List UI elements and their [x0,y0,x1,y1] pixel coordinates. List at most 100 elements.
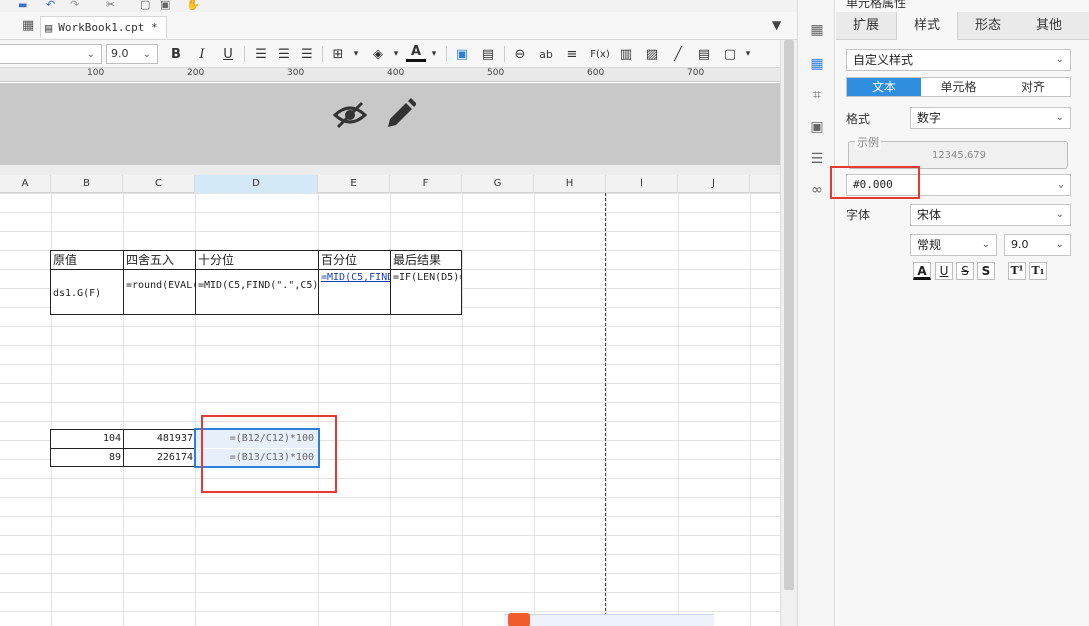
text-icon[interactable]: ab [536,44,556,64]
link-icon[interactable]: ⊖ [510,44,530,64]
chevron-down-icon: ⌄ [86,49,95,60]
ruler-label: 500 [487,68,505,78]
cell-d4[interactable]: 十分位 [195,250,319,270]
font-color-icon[interactable]: A [406,44,426,62]
float-element-icon[interactable]: ⌗ [807,85,827,105]
paste-icon[interactable]: ▣ [160,0,170,11]
chevron-down-icon[interactable]: ▾ [386,44,406,64]
cell-element-icon[interactable]: ▦ [807,20,827,40]
format-select[interactable]: 数字 ⌄ [910,107,1071,129]
formula-icon[interactable]: F(x) [588,44,612,64]
ruler-label: 200 [187,68,205,78]
tab-menu-icon[interactable]: ▼ [772,18,781,32]
cell-d5[interactable]: =MID(C5,FIND(".",C5)+1,1) [195,269,319,315]
font-size-value: 9.0 [111,47,129,60]
cell-c13[interactable]: 226174 [123,448,196,467]
chevron-down-icon: ⌄ [142,49,151,60]
align-left-icon[interactable]: ☰ [251,44,271,64]
shadow-button[interactable]: S [977,262,995,280]
font-name-select[interactable]: ⌄ [0,44,102,64]
widget-icon[interactable]: ▣ [807,117,827,137]
grid-icon[interactable]: ▦ [22,18,34,33]
underline-button[interactable]: U [218,44,238,64]
menu-icon[interactable]: ▬ [18,0,27,11]
subscript-button[interactable]: T₁ [1029,262,1047,280]
tab-expand[interactable]: 扩展 [836,12,896,40]
hyperlink-icon[interactable]: ∞ [807,180,827,200]
insert-cell-icon[interactable]: ▣ [452,44,472,64]
scrollbar-thumb[interactable] [784,40,794,590]
tab-workbook[interactable]: ▤ WorkBook1.cpt * [40,16,167,38]
font-size-select-panel[interactable]: 9.0 ⌄ [1004,234,1071,256]
style-select-value: 自定义样式 [853,53,914,67]
tab-label: WorkBook1.cpt * [58,21,158,34]
cell-c4[interactable]: 四舍五入 [123,250,196,270]
chevron-down-icon[interactable]: ▾ [738,44,758,64]
ime-logo-icon[interactable] [508,613,530,626]
bold-button[interactable]: B [166,44,186,64]
column-header-g[interactable]: G [462,175,534,193]
style-select[interactable]: 自定义样式 ⌄ [846,49,1071,71]
italic-button[interactable]: I [192,44,212,64]
font-color-button[interactable]: A [913,262,931,280]
cell-c5[interactable]: =round(EVAL(B5),2) [123,269,196,315]
side-icon-bar: ▦ ▦ ⌗ ▣ ☰ ∞ [797,0,835,626]
cell-e5[interactable]: =MID(C5,FIND(".",C5)+2,1) [318,269,391,315]
hide-eye-icon[interactable] [332,99,368,131]
subtab-cell[interactable]: 单元格 [921,78,996,96]
font-select[interactable]: 宋体 ⌄ [910,204,1071,226]
cell-f5[interactable]: =IF(LEN(D5)==0,C5,IF(LEN(E5)==0, [390,269,462,315]
cell-e4[interactable]: 百分位 [318,250,391,270]
redo-icon[interactable]: ↷ [70,0,79,11]
chevron-down-icon: ⌄ [1055,112,1064,123]
frame-icon[interactable]: ▢ [720,44,740,64]
border-icon[interactable]: ⊞ [328,44,348,64]
image-icon[interactable]: ▨ [642,44,662,64]
cell-c12[interactable]: 481937 [123,429,196,449]
strikethrough-button[interactable]: S [956,262,974,280]
column-header-f[interactable]: F [390,175,462,193]
cell-b4[interactable]: 原值 [50,250,124,270]
edit-pencil-icon[interactable] [384,97,416,131]
property-panel: 单元格属性 扩展 样式 形态 其他 自定义样式 ⌄ 文本 单元格 对齐 格式 数… [830,0,1089,626]
slash-icon[interactable]: ╱ [668,44,688,64]
align-center-icon[interactable]: ☰ [274,44,294,64]
cut-icon[interactable]: ✂ [106,0,115,11]
cell-attribute-icon[interactable]: ▦ [807,54,827,74]
subtab-text[interactable]: 文本 [847,78,921,96]
tab-form[interactable]: 形态 [958,12,1018,40]
column-header-i[interactable]: I [606,175,678,193]
copy-icon[interactable]: ▢ [140,0,150,11]
column-header-a[interactable]: A [0,175,51,193]
font-size-select[interactable]: 9.0 ⌄ [106,44,158,64]
column-header-c[interactable]: C [123,175,195,193]
band-strip [0,165,780,175]
merge-icon[interactable]: ▤ [478,44,498,64]
column-header-d[interactable]: D [195,175,318,193]
superscript-button[interactable]: T¹ [1008,262,1026,280]
underline-button-panel[interactable]: U [935,262,953,280]
tab-other[interactable]: 其他 [1018,12,1080,40]
cell-b12[interactable]: 104 [50,429,124,449]
tab-style[interactable]: 样式 [896,12,958,40]
paragraph-icon[interactable]: ≡ [562,44,582,64]
column-header-h[interactable]: H [534,175,606,193]
fill-color-icon[interactable]: ◈ [368,44,388,64]
cell-b5[interactable]: ds1.G(F) [50,269,124,315]
align-right-icon[interactable]: ☰ [297,44,317,64]
format-painter-icon[interactable]: ✋ [186,0,200,11]
column-header-e[interactable]: E [318,175,390,193]
undo-icon[interactable]: ↶ [46,0,55,11]
cell-f4[interactable]: 最后结果 [390,250,462,270]
chart-icon[interactable]: ▥ [616,44,636,64]
cell-b13[interactable]: 89 [50,448,124,467]
column-header-j[interactable]: J [678,175,750,193]
subreport-icon[interactable]: ▤ [694,44,714,64]
chevron-down-icon[interactable]: ▾ [424,44,444,64]
condition-icon[interactable]: ☰ [807,149,827,169]
column-header-b[interactable]: B [51,175,123,193]
font-style-select[interactable]: 常规 ⌄ [910,234,997,256]
chevron-down-icon[interactable]: ▾ [346,44,366,64]
subtab-align[interactable]: 对齐 [996,78,1070,96]
vertical-scrollbar[interactable] [780,40,797,626]
